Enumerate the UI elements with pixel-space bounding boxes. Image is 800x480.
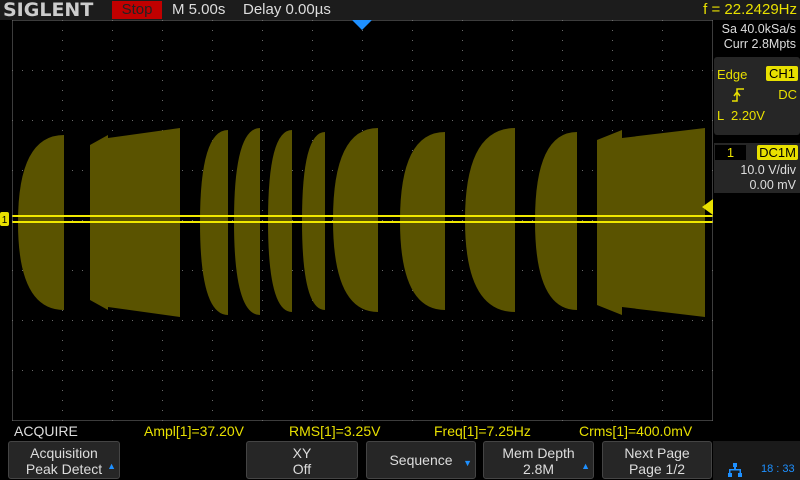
status-area: 18 : 33 (713, 441, 800, 480)
ch1-panel[interactable]: 1 DC1M 10.0 V/div 0.00 mV (714, 143, 800, 193)
acquisition-mode-button[interactable]: Acquisition Peak Detect ▲ (8, 441, 120, 479)
trace-burst (465, 128, 515, 312)
softkey-label: Next Page (624, 445, 690, 461)
softkey-label: XY (292, 445, 312, 461)
softkey-label: Acquisition (30, 445, 98, 461)
trigger-source: CH1 (765, 66, 798, 81)
ch1-ground-marker-icon[interactable]: 1 (0, 211, 12, 227)
sequence-button[interactable]: Sequence ▼ (366, 441, 476, 479)
mem-depth-button[interactable]: Mem Depth 2.8M ▲ (483, 441, 594, 479)
softkey-value: Off (292, 461, 312, 477)
trigger-delay[interactable]: Delay 0.00µs (243, 0, 331, 20)
timebase[interactable]: M 5.00s (172, 0, 225, 20)
measurement-crms: Crms[1]=400.0mV (579, 423, 693, 439)
trace-burst (333, 128, 378, 312)
measurement-rms: RMS[1]=3.25V (289, 423, 381, 439)
clock: 18 : 33 (761, 463, 795, 475)
arrow-up-icon: ▲ (107, 461, 116, 471)
channel-number: 1 (715, 145, 746, 160)
run-stop-status[interactable]: Stop (112, 1, 162, 19)
svg-text:1: 1 (2, 215, 8, 226)
brand-logo: SIGLENT (3, 0, 94, 21)
next-page-button[interactable]: Next Page Page 1/2 (602, 441, 712, 479)
arrow-down-icon: ▼ (463, 458, 472, 468)
vertical-scale: 10.0 V/div (740, 163, 796, 177)
network-icon (728, 463, 742, 477)
channel-coupling: DC1M (757, 145, 798, 160)
vertical-offset: 0.00 mV (749, 178, 796, 192)
arrow-up-icon: ▲ (581, 461, 590, 471)
menu-title: ACQUIRE (14, 423, 78, 439)
measurement-bar: ACQUIRE Ampl[1]=37.20V RMS[1]=3.25V Freq… (0, 421, 713, 441)
softkey-value: Page 1/2 (628, 461, 686, 477)
softkey-value: Peak Detect (25, 461, 103, 477)
trigger-type: Edge (717, 67, 748, 82)
trigger-coupling: DC (778, 87, 797, 102)
waveform-display[interactable] (12, 20, 713, 421)
frequency-counter: f = 22.2429Hz (703, 1, 797, 18)
trigger-panel[interactable]: Edge CH1 DC L 2.20V (714, 57, 800, 135)
trigger-level-marker-icon[interactable] (702, 199, 713, 215)
measurement-freq: Freq[1]=7.25Hz (434, 423, 531, 439)
trigger-level: L 2.20V (717, 108, 765, 123)
measurement-ampl: Ampl[1]=37.20V (144, 423, 245, 439)
acquisition-info: Sa 40.0kSa/s Curr 2.8Mpts (713, 22, 800, 52)
softkey-label: Mem Depth (502, 445, 575, 461)
xy-mode-button[interactable]: XY Off (246, 441, 358, 479)
softkey-label: Sequence (389, 452, 453, 468)
memory-depth: Curr 2.8Mpts (723, 37, 796, 51)
sample-rate: Sa 40.0kSa/s (721, 22, 796, 36)
top-bar: SIGLENT Stop M 5.00s Delay 0.00µs f = 22… (0, 0, 800, 20)
softkey-value: 2.8M (522, 461, 555, 477)
trigger-position-marker-icon[interactable] (352, 20, 372, 31)
rising-edge-icon (732, 88, 744, 102)
